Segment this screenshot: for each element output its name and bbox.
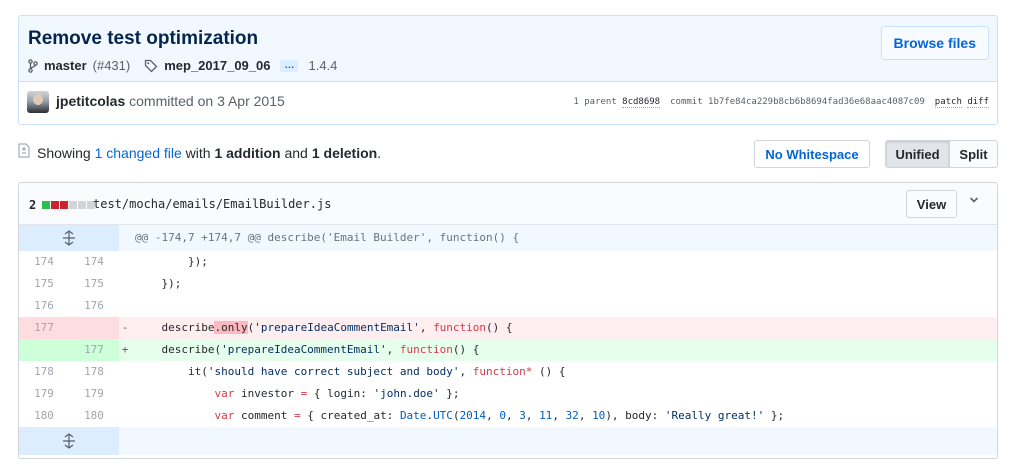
commit-sha: 1b7fe84ca229b8cb6b8694fad36e68aac4087c09 [708,97,925,107]
changes-count: 2 [29,198,37,212]
expand-icon[interactable] [62,433,76,449]
new-line-number[interactable] [69,317,119,339]
code-line: it('should have correct subject and body… [135,365,566,378]
diff-line-deletion: 177 - describe.only('prepareIdeaCommentE… [19,317,997,339]
with-text: with [185,145,211,161]
diff-line: 179 179 var investor = { login: 'john.do… [19,383,997,405]
branch-icon [28,58,38,73]
diff-stat: 2 [29,198,96,212]
deletions-count: 1 deletion [311,145,378,161]
browse-files-button[interactable]: Browse files [880,26,989,60]
commit-box: Remove test optimization master (#431) m… [18,15,998,125]
diff-line: 176 176 [19,295,997,317]
old-line-number[interactable]: 178 [19,361,69,383]
new-line-number[interactable]: 174 [69,251,119,273]
split-view-button[interactable]: Split [949,140,998,168]
file-path[interactable]: test/mocha/emails/EmailBuilder.js [93,197,331,211]
parent-label: 1 parent [573,97,617,107]
diff-summary: Showing 1 changed file with 1 addition a… [37,145,381,161]
code-line: var investor = { login: 'john.doe' }; [214,387,460,400]
chevron-down-icon[interactable] [969,195,979,205]
commit-title: Remove test optimization [28,28,259,49]
commit-footer: jpetitcolas committed on 3 Apr 2015 1 pa… [19,82,997,124]
commit-header: Remove test optimization master (#431) m… [19,16,997,82]
avatar[interactable] [27,91,49,113]
diff-line: 180 180 var comment = { created_at: Date… [19,405,997,427]
version-tag[interactable]: 1.4.4 [308,58,337,73]
commit-author-line: jpetitcolas committed on 3 Apr 2015 [56,93,285,109]
period-text: . [377,145,382,161]
tag-icon [145,59,158,72]
file-diff: 2 test/mocha/emails/EmailBuilder.js View… [18,182,998,459]
expand-icon[interactable] [62,230,76,246]
showing-text: Showing [37,145,91,161]
expand-up-gutter[interactable] [19,225,119,251]
new-line-number[interactable]: 180 [69,405,119,427]
code-line: var comment = { created_at: Date.UTC(201… [214,409,785,422]
new-line-number[interactable]: 176 [69,295,119,317]
code-line: describe('prepareIdeaCommentEmail', func… [135,343,480,356]
author-link[interactable]: jpetitcolas [56,93,125,109]
diffstat-block [69,201,78,209]
diffstat-block [42,201,51,209]
and-text: and [284,145,308,161]
code-line: }); [135,255,208,268]
commit-meta: master (#431) mep_2017_09_06 … 1.4.4 [28,58,337,73]
diff-link[interactable]: diff [967,97,989,108]
diffstat-blocks [42,201,96,209]
diffstat-block [51,201,60,209]
diffstat-block [60,201,69,209]
diff-toolbar: Showing 1 changed file with 1 addition a… [18,140,998,168]
hunk-header-row: @@ -174,7 +174,7 @@ describe('Email Buil… [19,225,997,251]
file-header: 2 test/mocha/emails/EmailBuilder.js View [19,183,997,225]
old-line-number[interactable]: 180 [19,405,69,427]
pr-link[interactable]: (#431) [93,58,131,73]
diff-line: 178 178 it('should have correct subject … [19,361,997,383]
unified-view-button[interactable]: Unified [885,140,950,168]
parent-sha-link[interactable]: 8cd8698 [622,97,661,108]
new-line-number[interactable]: 177 [69,339,119,361]
diffstat-block [78,201,87,209]
file-diff-icon [18,143,30,158]
no-whitespace-button[interactable]: No Whitespace [754,140,870,168]
line-sign: - [121,321,129,334]
view-file-button[interactable]: View [906,190,957,218]
diff-line: 175 175 }); [19,273,997,295]
additions-count: 1 addition [214,145,281,161]
more-tags-button[interactable]: … [280,59,299,72]
patch-link[interactable]: patch [934,97,962,108]
new-line-number[interactable]: 178 [69,361,119,383]
old-line-number[interactable]: 177 [19,317,69,339]
sha-block: 1 parent 8cd8698 commit 1b7fe84ca229b8cb… [573,97,989,108]
code-line: }); [135,277,182,290]
expand-down-gutter[interactable] [19,427,119,455]
code-line: describe.only('prepareIdeaCommentEmail',… [135,321,513,334]
commit-label: commit [670,97,703,107]
new-line-number[interactable]: 175 [69,273,119,295]
expand-down-row [19,427,997,455]
new-line-number[interactable]: 179 [69,383,119,405]
expand-down-fill [119,427,997,455]
hunk-header: @@ -174,7 +174,7 @@ describe('Email Buil… [135,231,520,244]
tag-link[interactable]: mep_2017_09_06 [164,58,270,73]
branch-link[interactable]: master [44,58,87,73]
diff-line: 174 174 }); [19,251,997,273]
old-line-number[interactable] [19,339,69,361]
line-sign: + [121,343,129,356]
committed-text: committed on 3 Apr 2015 [129,93,285,109]
diff-line-addition: 177 + describe('prepareIdeaCommentEmail'… [19,339,997,361]
changed-files-link[interactable]: 1 changed file [95,145,182,161]
old-line-number[interactable]: 179 [19,383,69,405]
